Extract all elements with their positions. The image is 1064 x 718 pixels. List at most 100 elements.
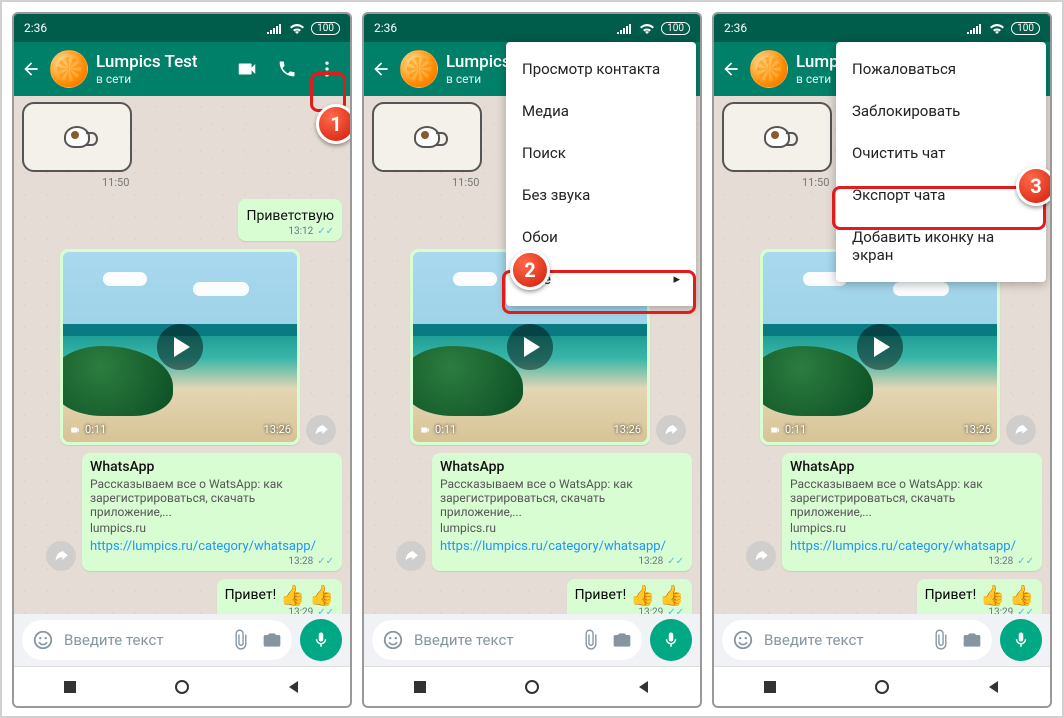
nav-bar xyxy=(714,666,1050,706)
sticker-message[interactable] xyxy=(372,102,482,172)
nav-recent-icon[interactable] xyxy=(762,679,778,695)
hello-text: Привет! xyxy=(225,587,277,603)
emoji-icon[interactable] xyxy=(382,629,404,651)
sticker-message[interactable] xyxy=(722,102,832,172)
callout-2: 2 xyxy=(510,250,550,290)
emoji-icon[interactable] xyxy=(32,629,54,651)
video-duration: 0:11 xyxy=(69,423,106,436)
voice-message-button[interactable] xyxy=(300,619,342,661)
forward-icon[interactable] xyxy=(1006,415,1036,445)
read-ticks-icon: ✓✓ xyxy=(317,556,334,567)
nav-back-icon[interactable] xyxy=(286,679,302,695)
header-icons xyxy=(236,58,344,80)
menu-add-shortcut[interactable]: Добавить иконку на экран xyxy=(836,216,1046,276)
sticker-time: 11:50 xyxy=(102,176,342,189)
callout-3: 3 xyxy=(1016,166,1052,206)
battery-level: 100 xyxy=(661,22,690,35)
status-icons: 100 xyxy=(617,22,690,35)
nav-back-icon[interactable] xyxy=(636,679,652,695)
menu-view-contact[interactable]: Просмотр контакта xyxy=(506,48,696,90)
video-message[interactable]: 0:11 13:26 xyxy=(60,249,300,445)
play-icon[interactable] xyxy=(157,324,203,370)
link-message[interactable]: WhatsAppРассказываем все о WatsApp: как … xyxy=(782,453,1042,571)
camera-icon[interactable] xyxy=(262,630,282,650)
status-bar: 2:36 100 xyxy=(14,14,350,42)
battery-level: 100 xyxy=(311,22,340,35)
status-icons: 100 xyxy=(967,22,1040,35)
battery-level: 100 xyxy=(1011,22,1040,35)
status-icons: 100 xyxy=(267,22,340,35)
more-options-icon[interactable] xyxy=(316,58,338,80)
back-icon[interactable] xyxy=(720,58,742,80)
forward-icon[interactable] xyxy=(396,541,426,571)
greeting-time: 13:12 xyxy=(288,226,313,237)
link-message[interactable]: WhatsAppРассказываем все о WatsApp: как … xyxy=(432,453,692,571)
forward-icon[interactable] xyxy=(46,541,76,571)
camera-icon[interactable] xyxy=(962,630,982,650)
nav-home-icon[interactable] xyxy=(874,679,890,695)
forward-icon[interactable] xyxy=(656,415,686,445)
phone-screen-1: 2:36 100 Lumpics Test в сети 11:50 П xyxy=(12,12,352,708)
voice-call-icon[interactable] xyxy=(276,58,298,80)
nav-home-icon[interactable] xyxy=(174,679,190,695)
hello-time: 13:29 xyxy=(288,607,313,614)
avatar[interactable] xyxy=(750,50,788,88)
menu-mute[interactable]: Без звука xyxy=(506,174,696,216)
message-hello[interactable]: Привет!👍👍 13:29✓✓ xyxy=(217,579,342,614)
more-submenu: Пожаловаться Заблокировать Очистить чат … xyxy=(836,42,1046,282)
menu-report[interactable]: Пожаловаться xyxy=(836,48,1046,90)
menu-media[interactable]: Медиа xyxy=(506,90,696,132)
nav-back-icon[interactable] xyxy=(986,679,1002,695)
link-title: WhatsApp xyxy=(90,459,334,475)
camera-icon[interactable] xyxy=(612,630,632,650)
title-block[interactable]: Lumpics Test в сети xyxy=(96,52,228,86)
input-bar: Введите текст xyxy=(364,614,700,666)
link-time: 13:28 xyxy=(288,556,313,567)
link-url[interactable]: https://lumpics.ru/category/whatsapp/ xyxy=(90,539,334,554)
menu-export-chat[interactable]: Экспорт чата xyxy=(836,174,1046,216)
thumbs-up-icon: 👍 xyxy=(309,585,334,605)
menu-block[interactable]: Заблокировать xyxy=(836,90,1046,132)
status-time: 2:36 xyxy=(24,21,47,35)
contact-name: Lumpics Test xyxy=(96,52,228,72)
link-domain: lumpics.ru xyxy=(90,521,334,535)
menu-search[interactable]: Поиск xyxy=(506,132,696,174)
avatar[interactable] xyxy=(50,50,88,88)
message-input[interactable]: Введите текст xyxy=(722,620,992,660)
message-hello[interactable]: Привет!👍👍13:29✓✓ xyxy=(567,579,692,614)
message-input[interactable]: Введите текст xyxy=(372,620,642,660)
nav-recent-icon[interactable] xyxy=(412,679,428,695)
menu-clear-chat[interactable]: Очистить чат xyxy=(836,132,1046,174)
link-message[interactable]: WhatsApp Рассказываем все о WatsApp: как… xyxy=(82,453,342,571)
play-icon[interactable] xyxy=(507,324,553,370)
message-input[interactable]: Введите текст xyxy=(22,620,292,660)
status-bar: 2:36 100 xyxy=(714,14,1050,42)
chat-area[interactable]: 11:50 Приветствую 13:12✓✓ 0:11 xyxy=(14,96,350,614)
message-greeting[interactable]: Приветствую 13:12✓✓ xyxy=(238,199,342,241)
sticker-message[interactable] xyxy=(22,102,132,172)
input-bar: Введите текст xyxy=(14,614,350,666)
back-icon[interactable] xyxy=(370,58,392,80)
attach-icon[interactable] xyxy=(580,629,602,651)
back-icon[interactable] xyxy=(20,58,42,80)
voice-message-button[interactable] xyxy=(1000,619,1042,661)
read-ticks-icon: ✓✓ xyxy=(317,607,334,614)
emoji-icon[interactable] xyxy=(732,629,754,651)
nav-bar xyxy=(14,666,350,706)
forward-icon[interactable] xyxy=(746,541,776,571)
nav-home-icon[interactable] xyxy=(524,679,540,695)
link-desc: Рассказываем все о WatsApp: как зарегист… xyxy=(90,477,334,519)
video-time: 13:26 xyxy=(264,423,291,436)
avatar[interactable] xyxy=(400,50,438,88)
voice-message-button[interactable] xyxy=(650,619,692,661)
callout-1: 1 xyxy=(316,104,352,144)
message-hello[interactable]: Привет!👍👍13:29✓✓ xyxy=(917,579,1042,614)
play-icon[interactable] xyxy=(857,324,903,370)
video-call-icon[interactable] xyxy=(236,58,258,80)
thumbs-up-icon: 👍 xyxy=(280,585,305,605)
attach-icon[interactable] xyxy=(930,629,952,651)
nav-recent-icon[interactable] xyxy=(62,679,78,695)
nav-bar xyxy=(364,666,700,706)
attach-icon[interactable] xyxy=(230,629,252,651)
forward-icon[interactable] xyxy=(306,415,336,445)
